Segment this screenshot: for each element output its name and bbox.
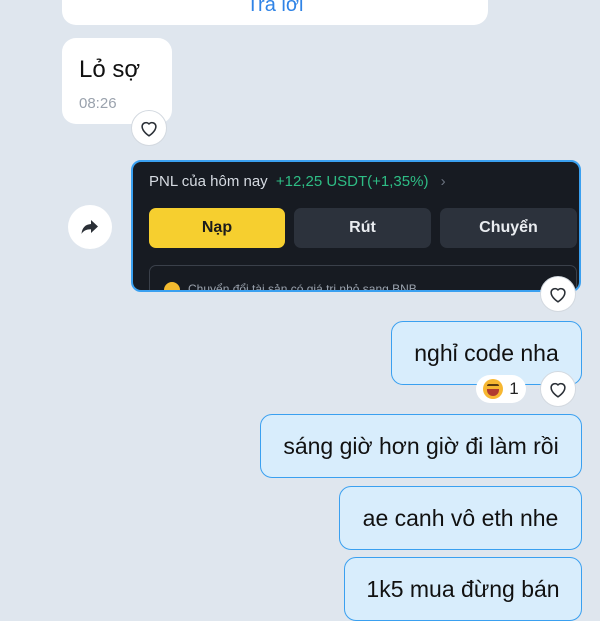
transfer-button: Chuyển	[440, 208, 577, 248]
heart-icon	[141, 121, 157, 137]
chevron-right-icon: ›	[440, 173, 446, 190]
notice-text: Chuyển đổi tài sản có giá trị nhỏ sang B…	[188, 282, 417, 292]
laughing-face-icon	[483, 379, 504, 399]
deposit-button: Nạp	[149, 208, 285, 248]
coin-icon	[164, 282, 180, 290]
react-heart-button[interactable]	[131, 110, 167, 146]
react-heart-button[interactable]	[540, 371, 576, 407]
pnl-label: PNL của hôm nay	[149, 173, 268, 190]
heart-icon	[550, 287, 566, 303]
outgoing-message-bubble[interactable]: ae canh vô eth nhe	[339, 486, 582, 550]
heart-icon	[550, 382, 566, 398]
reaction-count: 1	[509, 379, 519, 398]
react-heart-button[interactable]	[540, 276, 576, 312]
pnl-value: +12,25 USDT(+1,35%)	[275, 173, 429, 190]
pnl-row: PNL của hôm nay +12,25 USDT(+1,35%) ›	[149, 173, 446, 190]
reply-link[interactable]: Trả lời	[62, 0, 488, 17]
shared-image-card[interactable]: PNL của hôm nay +12,25 USDT(+1,35%) › Nạ…	[131, 160, 581, 292]
withdraw-button: Rút	[294, 208, 431, 248]
message-text: Lỏ sợ	[79, 56, 141, 83]
convert-notice: Chuyển đổi tài sản có giá trị nhỏ sang B…	[149, 265, 577, 292]
reaction-badge[interactable]: 1	[476, 375, 526, 403]
forward-button[interactable]	[68, 205, 112, 249]
outgoing-message-bubble[interactable]: sáng giờ hơn giờ đi làm rồi	[260, 414, 582, 478]
message-bubble-previous: Trả lời	[62, 0, 488, 25]
outgoing-message-bubble[interactable]: 1k5 mua đừng bán	[344, 557, 582, 621]
forward-arrow-icon	[81, 220, 98, 234]
message-time: 08:26	[79, 95, 117, 112]
